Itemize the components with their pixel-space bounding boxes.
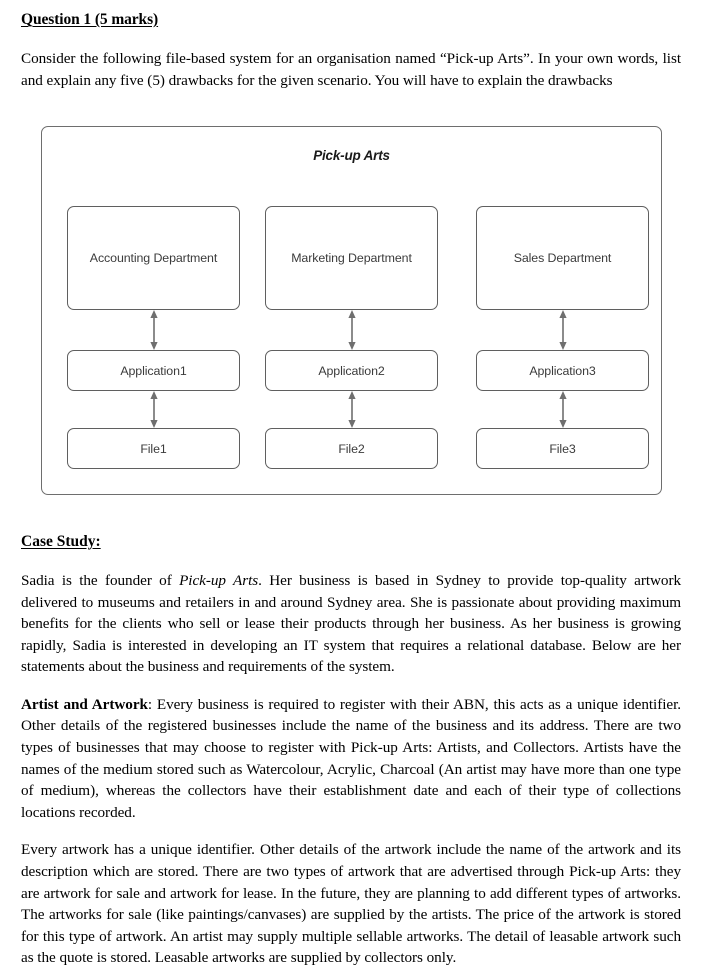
file-box: File2 [265, 428, 438, 469]
intro-paragraph: Consider the following file-based system… [21, 48, 681, 91]
diagram-column-accounting: Accounting Department Application1 File1 [67, 206, 240, 476]
department-box: Marketing Department [265, 206, 438, 310]
diagram-column-sales: Sales Department Application3 File3 [476, 206, 649, 476]
artwork-details-text: Every artwork has a unique identifier. O… [21, 841, 681, 967]
double-headed-vertical-arrow-icon [148, 391, 160, 428]
double-headed-vertical-arrow-icon [148, 310, 160, 350]
double-headed-vertical-arrow-icon [346, 310, 358, 350]
page-title: Question 1 (5 marks) [21, 11, 159, 28]
double-headed-vertical-arrow-icon [557, 310, 569, 350]
document-page: Question 1 (5 marks) Consider the follow… [0, 0, 702, 966]
artist-and-artwork-text: : Every business is required to register… [21, 695, 681, 821]
diagram-title: Pick-up Arts [313, 148, 390, 163]
case-study-paragraph: Sadia is the founder of Pick-up Arts. He… [21, 570, 681, 678]
application-box: Application2 [265, 350, 438, 391]
file-box: File3 [476, 428, 649, 469]
diagram-columns: Accounting Department Application1 File1… [41, 206, 662, 476]
case-study-section: Case Study: Sadia is the founder of Pick… [21, 533, 681, 969]
artist-and-artwork-paragraph: Artist and Artwork: Every business is re… [21, 694, 681, 823]
artist-and-artwork-label: Artist and Artwork [21, 695, 148, 713]
file-based-system-diagram: Pick-up Arts Accounting Department Appli… [41, 126, 662, 495]
double-headed-vertical-arrow-icon [557, 391, 569, 428]
application-box: Application3 [476, 350, 649, 391]
department-box: Accounting Department [67, 206, 240, 310]
double-headed-vertical-arrow-icon [346, 391, 358, 428]
case-study-pre-text: Sadia is the founder of [21, 572, 180, 589]
diagram-column-marketing: Marketing Department Application2 File2 [265, 206, 438, 476]
case-study-heading: Case Study: [21, 533, 101, 550]
application-box: Application1 [67, 350, 240, 391]
artwork-details-paragraph: Every artwork has a unique identifier. O… [21, 839, 681, 968]
department-box: Sales Department [476, 206, 649, 310]
case-study-business-name: Pick-up Arts [179, 572, 259, 589]
document-body: Question 1 (5 marks) Consider the follow… [21, 11, 681, 91]
file-box: File1 [67, 428, 240, 469]
intro-paragraph-text: Consider the following file-based system… [21, 50, 681, 89]
